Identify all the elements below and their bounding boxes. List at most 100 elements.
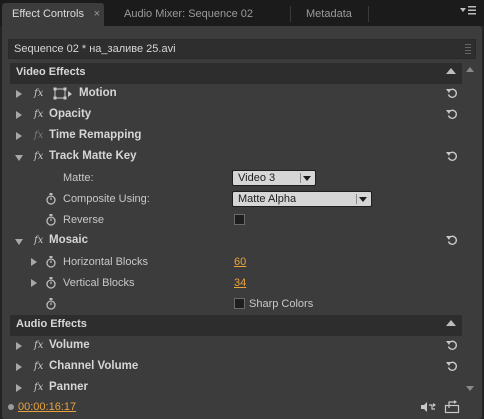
collapse-arrow-icon[interactable]: [15, 155, 23, 161]
stopwatch-icon[interactable]: [46, 214, 56, 226]
reverse-checkbox[interactable]: [234, 214, 245, 225]
scroll-down-icon[interactable]: [466, 386, 474, 391]
expand-arrow-icon[interactable]: [31, 279, 37, 287]
expand-arrow-icon[interactable]: [16, 132, 22, 140]
chevron-down-icon: [303, 176, 311, 181]
expand-arrow-icon[interactable]: [31, 258, 37, 266]
composite-dropdown[interactable]: Matte Alpha: [232, 191, 372, 207]
collapse-up-icon[interactable]: [446, 320, 456, 326]
effect-name: Channel Volume: [49, 360, 139, 372]
expand-arrow-icon[interactable]: [16, 384, 22, 392]
fx-toggle-icon[interactable]: fx: [34, 340, 43, 351]
expand-arrow-icon[interactable]: [16, 363, 22, 371]
reset-icon[interactable]: [446, 339, 458, 351]
vertical-blocks-value[interactable]: 34: [234, 277, 246, 289]
param-row-matte: Matte: Video 3: [10, 168, 462, 189]
tab-label: Metadata: [306, 8, 352, 20]
reset-icon[interactable]: [446, 87, 458, 99]
tab-audio-mixer[interactable]: Audio Mixer: Sequence 02: [114, 3, 274, 26]
sharp-colors-checkbox[interactable]: [234, 298, 245, 309]
sequence-title: Sequence 02 * на_заливе 25.avi: [14, 43, 176, 55]
tab-divider: [368, 6, 369, 22]
section-label: Audio Effects: [16, 318, 87, 330]
fx-toggle-icon[interactable]: fx: [34, 88, 43, 99]
horizontal-blocks-value[interactable]: 60: [234, 256, 246, 268]
sequence-clip-bar: Sequence 02 * на_заливе 25.avi: [8, 39, 476, 59]
tab-effect-controls[interactable]: Effect Controls ×: [2, 3, 104, 26]
fx-toggle-icon[interactable]: fx: [34, 151, 43, 162]
matte-dropdown[interactable]: Video 3: [232, 170, 316, 186]
param-row-horizontal-blocks: Horizontal Blocks 60: [10, 252, 462, 273]
scroll-up-icon[interactable]: [466, 67, 474, 72]
fx-toggle-icon[interactable]: fx: [34, 382, 43, 393]
dropdown-divider: [356, 194, 357, 204]
param-label: Reverse: [63, 214, 104, 226]
effect-row-time-remapping[interactable]: fx Time Remapping: [10, 126, 462, 147]
status-bar: 00:00:16:17: [2, 396, 482, 419]
tab-label: Audio Mixer: Sequence 02: [124, 8, 254, 20]
effect-row-panner[interactable]: fx Panner: [10, 378, 462, 395]
dropdown-divider: [300, 173, 301, 183]
param-row-sharp-colors: Sharp Colors: [10, 294, 462, 315]
reset-icon[interactable]: [446, 108, 458, 120]
param-label: Composite Using:: [63, 193, 150, 205]
param-row-reverse: Reverse: [10, 210, 462, 231]
checkbox-label: Sharp Colors: [249, 298, 314, 310]
collapse-arrow-icon[interactable]: [15, 239, 23, 245]
fx-toggle-icon[interactable]: fx: [34, 235, 43, 246]
grip-handle[interactable]: [465, 44, 471, 54]
vertical-scrollbar[interactable]: [464, 63, 476, 395]
stopwatch-icon[interactable]: [46, 277, 56, 289]
effect-name: Panner: [49, 381, 88, 393]
stopwatch-icon[interactable]: [46, 193, 56, 205]
expand-arrow-icon[interactable]: [16, 90, 22, 98]
effect-name: Motion: [79, 87, 117, 99]
reset-icon[interactable]: [446, 234, 458, 246]
playhead-indicator-icon: [8, 404, 14, 410]
effect-name: Mosaic: [49, 234, 88, 246]
effects-list: Video Effects fx Motion fx Opacity fx Ti…: [10, 63, 462, 395]
param-row-vertical-blocks: Vertical Blocks 34: [10, 273, 462, 294]
expand-arrow-icon[interactable]: [16, 111, 22, 119]
effect-name: Opacity: [49, 108, 92, 120]
audio-effects-header[interactable]: Audio Effects: [10, 315, 462, 336]
expand-arrow-icon[interactable]: [16, 342, 22, 350]
effect-row-channel-volume[interactable]: fx Channel Volume: [10, 357, 462, 378]
effect-row-motion[interactable]: fx Motion: [10, 84, 462, 105]
dropdown-value: Matte Alpha: [238, 193, 297, 205]
param-label: Matte:: [63, 172, 94, 184]
effect-name: Time Remapping: [49, 129, 142, 141]
dropdown-value: Video 3: [238, 172, 276, 184]
tab-divider: [290, 6, 291, 22]
stopwatch-icon[interactable]: [46, 298, 56, 310]
effect-row-track-matte-key[interactable]: fx Track Matte Key: [10, 147, 462, 168]
effect-row-volume[interactable]: fx Volume: [10, 336, 462, 357]
export-icon[interactable]: [444, 400, 460, 414]
audio-loop-icon[interactable]: [420, 400, 436, 414]
effect-name: Track Matte Key: [49, 150, 137, 162]
param-label: Horizontal Blocks: [63, 256, 148, 268]
tab-label: Effect Controls: [12, 8, 84, 20]
reset-icon[interactable]: [446, 150, 458, 162]
reset-icon[interactable]: [446, 360, 458, 372]
fx-toggle-icon[interactable]: fx: [34, 361, 43, 372]
fx-toggle-icon[interactable]: fx: [34, 109, 43, 120]
video-effects-header[interactable]: Video Effects: [10, 63, 462, 84]
tab-bar: Effect Controls × Audio Mixer: Sequence …: [0, 0, 484, 26]
effect-row-mosaic[interactable]: fx Mosaic: [10, 231, 462, 252]
fx-toggle-icon: fx: [34, 130, 44, 141]
param-label: Vertical Blocks: [63, 277, 135, 289]
effect-controls-panel: Sequence 02 * на_заливе 25.avi Video Eff…: [2, 26, 482, 419]
transform-icon[interactable]: [53, 87, 73, 101]
param-row-composite-using: Composite Using: Matte Alpha: [10, 189, 462, 210]
panel-menu-icon[interactable]: [458, 4, 478, 20]
timecode-display[interactable]: 00:00:16:17: [18, 401, 76, 413]
section-label: Video Effects: [16, 66, 86, 78]
collapse-up-icon[interactable]: [446, 68, 456, 74]
effect-row-opacity[interactable]: fx Opacity: [10, 105, 462, 126]
effect-name: Volume: [49, 339, 90, 351]
tab-metadata[interactable]: Metadata: [296, 3, 386, 26]
stopwatch-icon[interactable]: [46, 256, 56, 268]
close-icon[interactable]: ×: [94, 3, 100, 25]
chevron-down-icon: [359, 197, 367, 202]
